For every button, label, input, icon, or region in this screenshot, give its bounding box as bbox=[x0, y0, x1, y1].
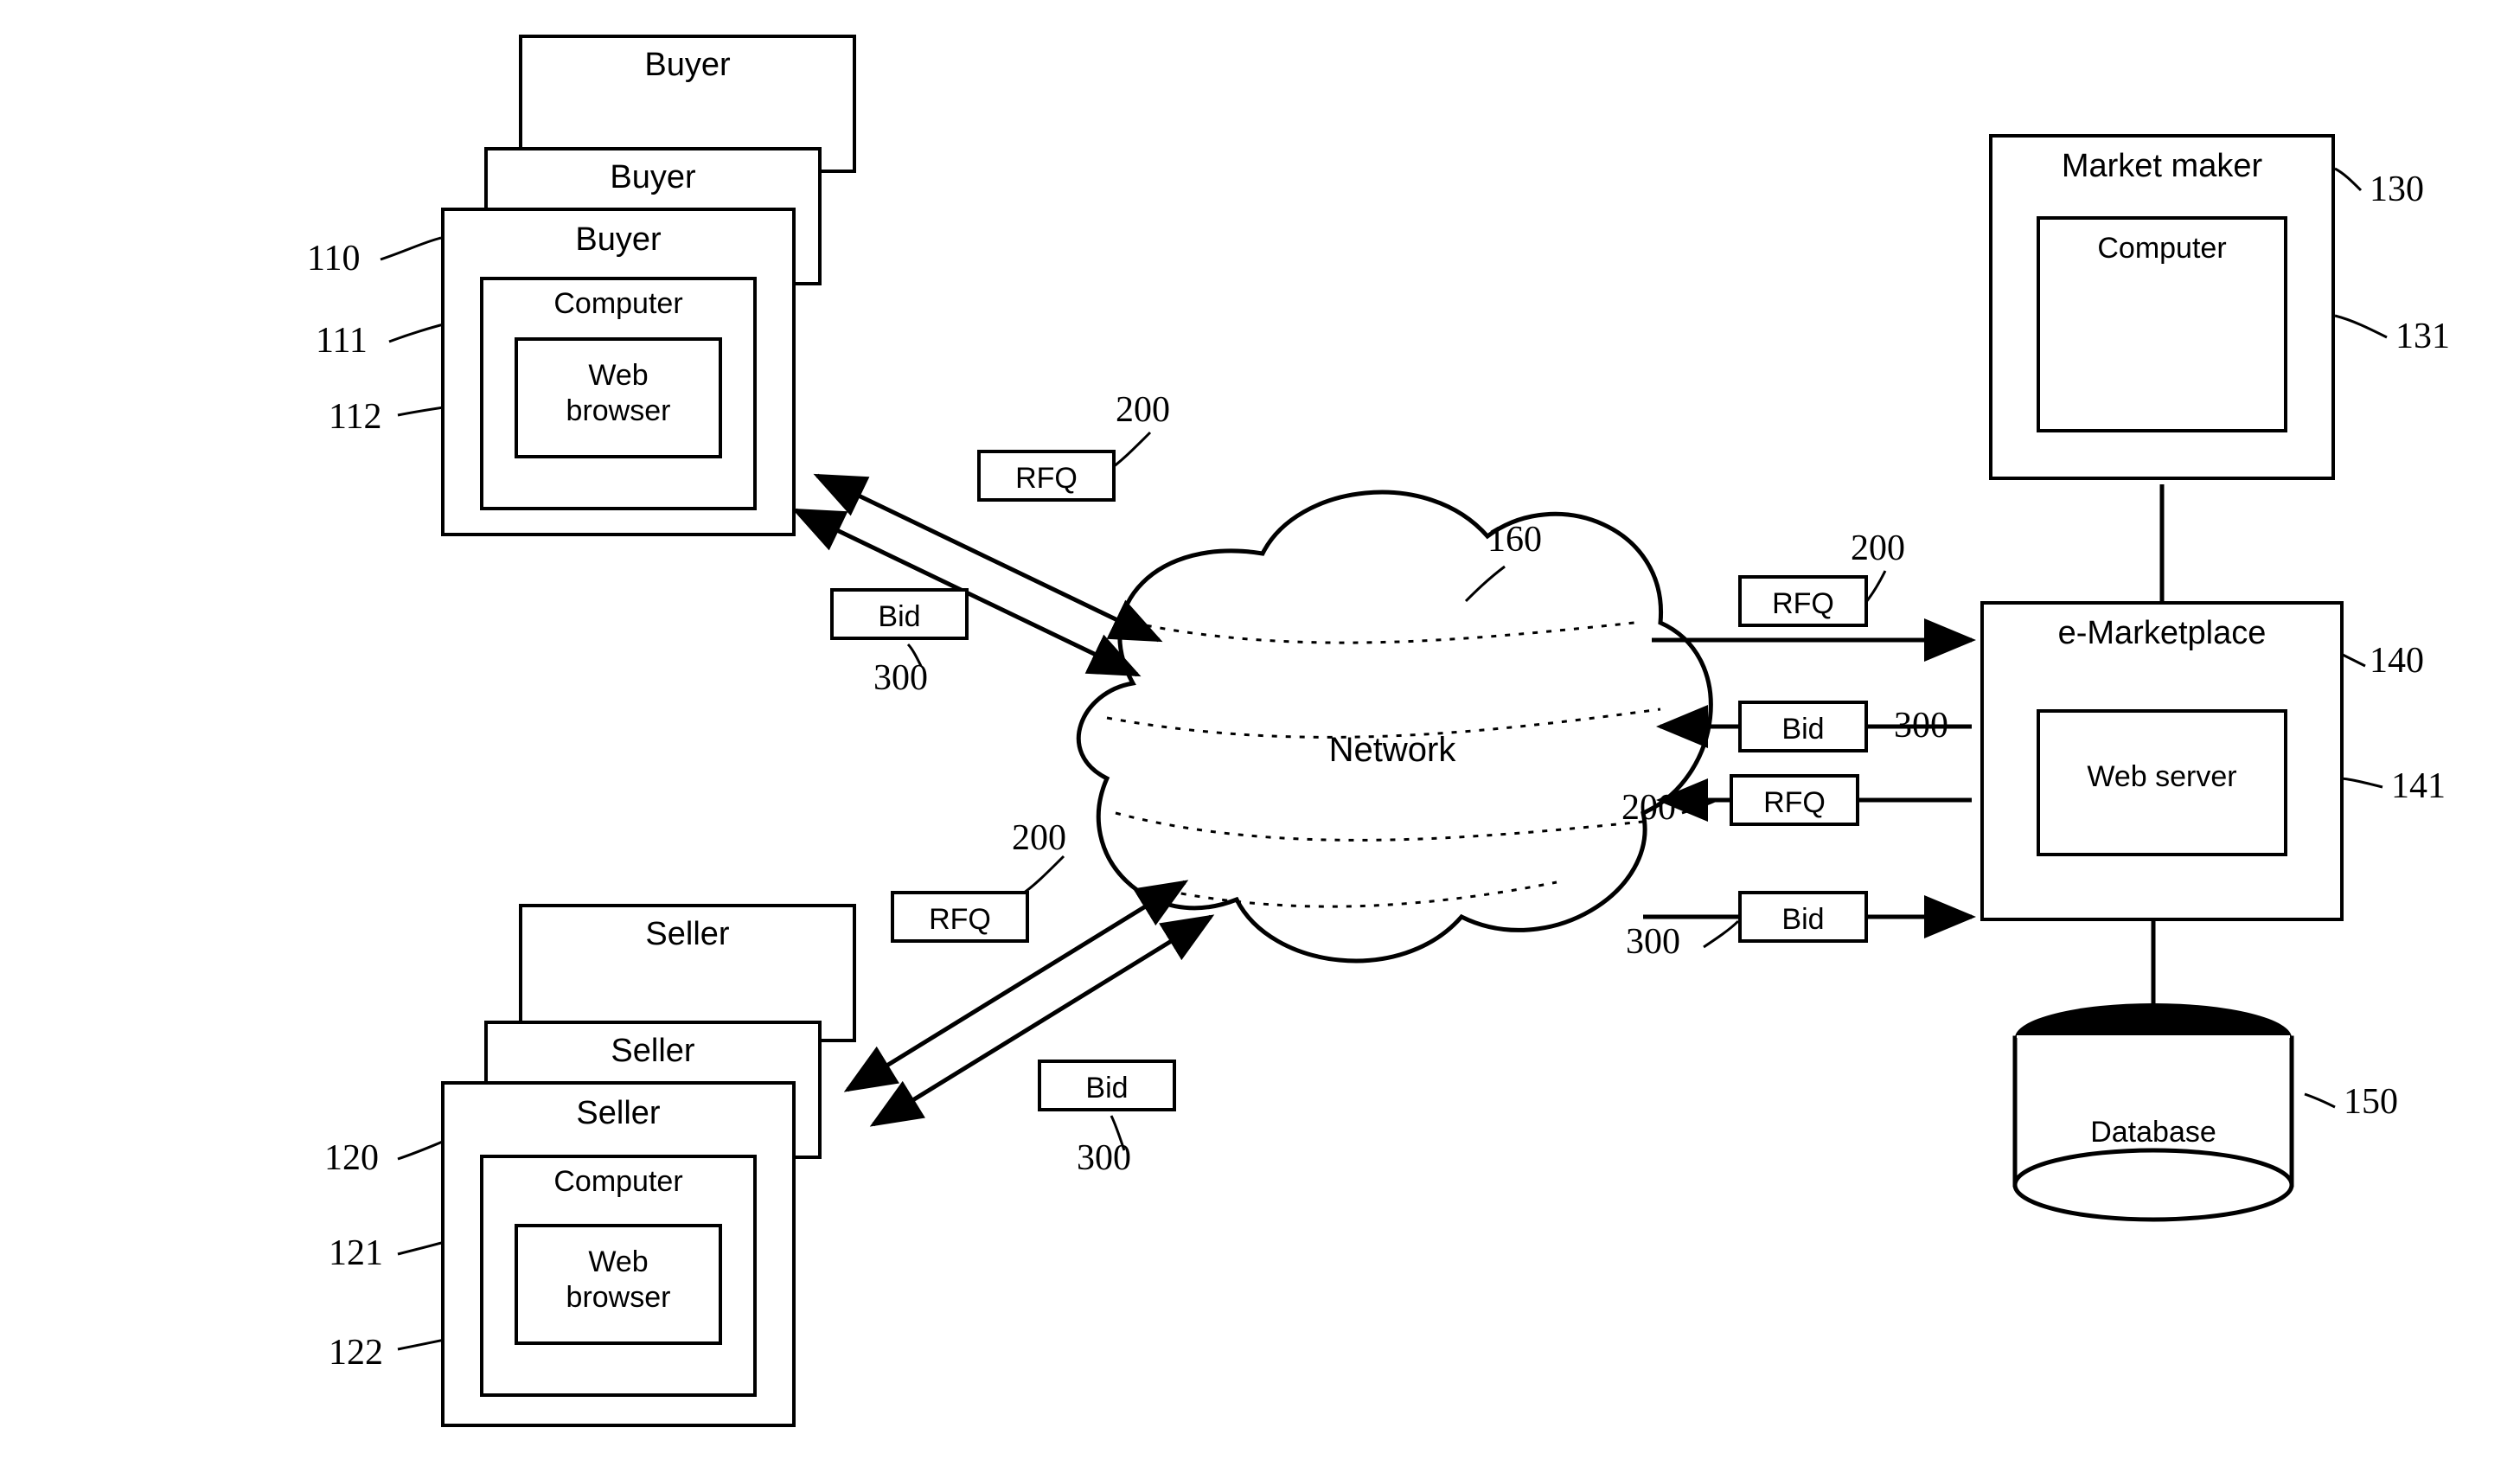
bid-box-right-bottom: Bid bbox=[1738, 891, 1868, 943]
seller-computer-label: Computer bbox=[483, 1165, 753, 1199]
ref-110: 110 bbox=[307, 238, 360, 279]
bid-box-right-top: Bid bbox=[1738, 701, 1868, 752]
ref-120: 120 bbox=[324, 1137, 379, 1179]
ref-112: 112 bbox=[329, 396, 381, 438]
buyer-computer-label: Computer bbox=[483, 287, 753, 321]
network-label: Network bbox=[1263, 731, 1522, 770]
ref-300-seller: 300 bbox=[1077, 1137, 1131, 1179]
rfq-box-buyer: RFQ bbox=[977, 450, 1116, 502]
ref-140: 140 bbox=[2370, 640, 2424, 682]
seller-label-mid: Seller bbox=[488, 1033, 818, 1070]
ref-122: 122 bbox=[329, 1332, 383, 1373]
bid-label-seller: Bid bbox=[1041, 1072, 1173, 1105]
bid-box-buyer: Bid bbox=[830, 588, 969, 640]
ref-160: 160 bbox=[1487, 519, 1542, 560]
seller-label: Seller bbox=[445, 1095, 792, 1132]
buyer-label: Buyer bbox=[445, 221, 792, 259]
rfq-label-right-bottom: RFQ bbox=[1733, 786, 1856, 820]
ref-300-right-bottom: 300 bbox=[1626, 921, 1680, 963]
market-maker-label: Market maker bbox=[1992, 148, 2331, 185]
ref-111: 111 bbox=[316, 320, 368, 362]
rfq-box-seller: RFQ bbox=[891, 891, 1029, 943]
rfq-label-seller: RFQ bbox=[894, 903, 1026, 937]
market-maker-computer-label: Computer bbox=[2040, 232, 2284, 266]
seller-label-back: Seller bbox=[522, 916, 853, 953]
bid-label-right-bottom: Bid bbox=[1742, 903, 1864, 937]
seller-browser-box: Web browser bbox=[515, 1224, 722, 1345]
ref-141: 141 bbox=[2391, 765, 2446, 807]
database-label: Database bbox=[2067, 1116, 2240, 1149]
web-server-label: Web server bbox=[2040, 760, 2284, 794]
rfq-box-right-top: RFQ bbox=[1738, 575, 1868, 627]
emarketplace-label: e-Marketplace bbox=[1984, 615, 2340, 652]
buyer-label-back: Buyer bbox=[522, 47, 853, 84]
web-server-box: Web server bbox=[2037, 709, 2287, 856]
ref-200-seller: 200 bbox=[1012, 817, 1066, 859]
bid-label-right-top: Bid bbox=[1742, 713, 1864, 746]
database-cylinder bbox=[2015, 1003, 2292, 1220]
market-maker-computer-box: Computer bbox=[2037, 216, 2287, 432]
seller-browser-label: Web browser bbox=[518, 1245, 719, 1316]
buyer-browser-box: Web browser bbox=[515, 337, 722, 458]
rfq-label-right-top: RFQ bbox=[1742, 587, 1864, 621]
ref-300-buyer: 300 bbox=[873, 657, 928, 699]
ref-200-right-top: 200 bbox=[1851, 528, 1905, 569]
ref-121: 121 bbox=[329, 1232, 383, 1274]
ref-200-buyer: 200 bbox=[1116, 389, 1170, 431]
bid-label-buyer: Bid bbox=[834, 600, 965, 634]
buyer-browser-label: Web browser bbox=[518, 358, 719, 429]
ref-131: 131 bbox=[2395, 316, 2450, 357]
bid-box-seller: Bid bbox=[1038, 1060, 1176, 1111]
buyer-label-mid: Buyer bbox=[488, 159, 818, 196]
ref-300-right-top: 300 bbox=[1894, 705, 1948, 746]
rfq-label-buyer: RFQ bbox=[981, 462, 1112, 496]
rfq-box-right-bottom: RFQ bbox=[1730, 774, 1859, 826]
ref-200-right-bottom: 200 bbox=[1621, 787, 1676, 829]
ref-130: 130 bbox=[2370, 169, 2424, 210]
ref-150: 150 bbox=[2344, 1081, 2398, 1123]
